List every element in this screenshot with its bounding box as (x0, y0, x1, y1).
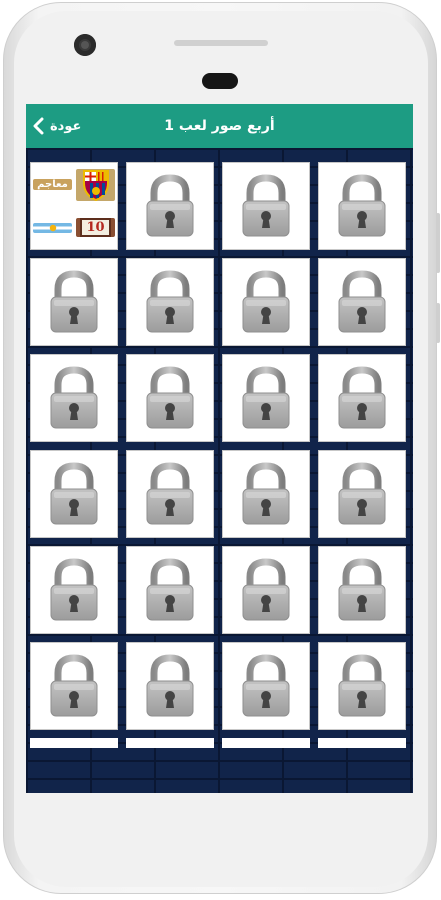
padlock-icon (338, 654, 386, 717)
locked-level-tile[interactable] (126, 642, 214, 730)
padlock-icon (50, 270, 98, 333)
thumb-text: معاجم (37, 179, 68, 190)
padlock-icon (242, 270, 290, 333)
chevron-left-icon (33, 117, 44, 135)
front-camera (74, 34, 96, 56)
locked-level-tile[interactable] (318, 546, 406, 634)
partial-tile (318, 738, 406, 748)
app-bar: أربع صور لعب 1 عودة (26, 104, 413, 148)
padlock-icon (146, 270, 194, 333)
locked-level-tile[interactable] (222, 450, 310, 538)
thumb-flag (33, 222, 72, 233)
earpiece (202, 73, 238, 89)
top-speaker (174, 40, 268, 46)
locked-level-tile[interactable] (30, 354, 118, 442)
locked-level-tile[interactable] (318, 354, 406, 442)
padlock-icon (338, 270, 386, 333)
locked-level-tile[interactable] (126, 450, 214, 538)
locked-level-tile[interactable] (222, 258, 310, 346)
locked-level-tile[interactable] (222, 642, 310, 730)
locked-level-tile[interactable] (318, 162, 406, 250)
padlock-icon (242, 174, 290, 237)
locked-level-tile[interactable] (318, 258, 406, 346)
power-button (436, 303, 440, 343)
partial-tile (126, 738, 214, 748)
thumb-number: 10 (80, 218, 111, 237)
locked-level-tile[interactable] (126, 162, 214, 250)
back-button[interactable]: عودة (32, 111, 81, 141)
padlock-icon (338, 174, 386, 237)
padlock-icon (146, 654, 194, 717)
locked-level-tile[interactable] (30, 642, 118, 730)
locked-level-tile[interactable] (30, 450, 118, 538)
volume-button (436, 213, 440, 273)
padlock-icon (338, 366, 386, 429)
partial-tile (222, 738, 310, 748)
locked-level-tile[interactable] (318, 642, 406, 730)
padlock-icon (146, 558, 194, 621)
back-label: عودة (50, 118, 82, 134)
partial-tile (30, 738, 118, 748)
locked-level-tile[interactable] (222, 354, 310, 442)
next-row-partial (30, 738, 410, 748)
locked-level-tile[interactable] (126, 354, 214, 442)
padlock-icon (146, 366, 194, 429)
padlock-icon (242, 366, 290, 429)
level-grid: معاجم 10 (30, 162, 410, 730)
locked-level-tile[interactable] (222, 162, 310, 250)
padlock-icon (242, 558, 290, 621)
level-1-tile[interactable]: معاجم 10 (30, 162, 118, 250)
padlock-icon (50, 366, 98, 429)
locked-level-tile[interactable] (126, 258, 214, 346)
app-screen: أربع صور لعب 1 عودة معاجم 10 (26, 104, 413, 793)
padlock-icon (50, 654, 98, 717)
locked-level-tile[interactable] (222, 546, 310, 634)
thumb-number-tile: 10 (76, 218, 115, 237)
locked-level-tile[interactable] (30, 258, 118, 346)
page-title: أربع صور لعب 1 (164, 118, 275, 134)
thumb-club-crest (76, 168, 115, 201)
padlock-icon (338, 462, 386, 525)
padlock-icon (242, 654, 290, 717)
locked-level-tile[interactable] (318, 450, 406, 538)
sun-icon (49, 224, 56, 231)
padlock-icon (146, 462, 194, 525)
locked-level-tile[interactable] (30, 546, 118, 634)
padlock-icon (242, 462, 290, 525)
thumb-text-tile: معاجم (33, 179, 72, 190)
padlock-icon (338, 558, 386, 621)
padlock-icon (50, 462, 98, 525)
club-crest-icon (82, 169, 109, 201)
padlock-icon (146, 174, 194, 237)
locked-level-tile[interactable] (126, 546, 214, 634)
padlock-icon (50, 558, 98, 621)
